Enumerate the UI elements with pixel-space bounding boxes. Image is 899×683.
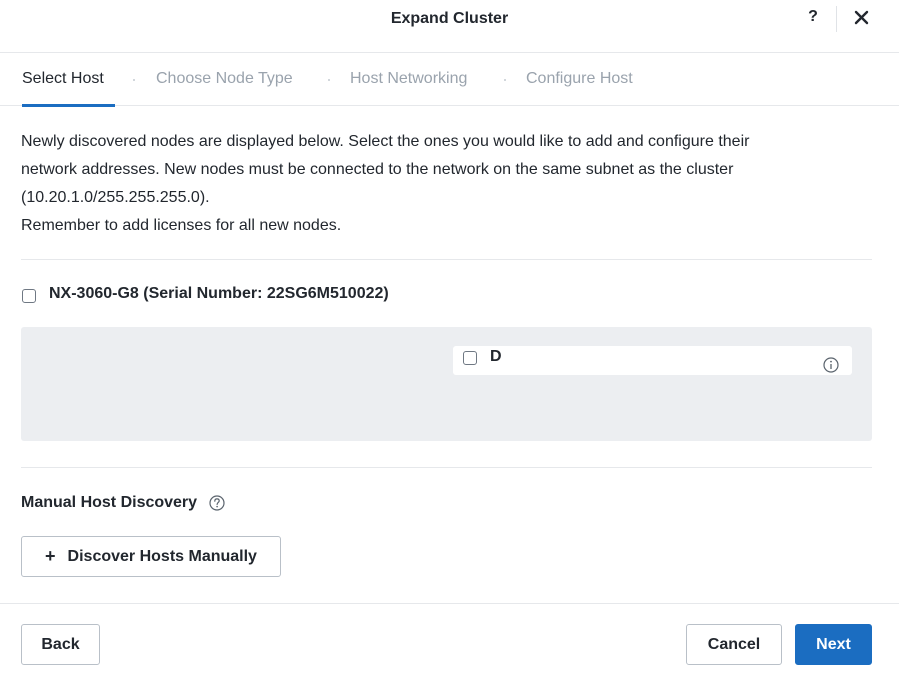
expand-cluster-dialog: Expand Cluster ? Select Host Choose Node… bbox=[0, 0, 899, 683]
discover-hosts-manually-button[interactable]: + Discover Hosts Manually bbox=[21, 536, 281, 577]
cancel-button[interactable]: Cancel bbox=[686, 624, 782, 665]
node-details-panel bbox=[21, 327, 872, 441]
back-button[interactable]: Back bbox=[21, 624, 100, 665]
manual-host-discovery-label: Manual Host Discovery bbox=[21, 494, 198, 511]
tab-separator bbox=[328, 79, 330, 81]
description-line: (10.20.1.0/255.255.255.0). bbox=[21, 189, 210, 206]
plus-icon: + bbox=[45, 546, 56, 566]
next-button[interactable]: Next bbox=[795, 624, 872, 665]
tab-configure-host[interactable]: Configure Host bbox=[526, 70, 633, 88]
tab-separator bbox=[133, 79, 135, 81]
close-icon bbox=[854, 10, 869, 25]
dialog-header: Expand Cluster ? bbox=[0, 0, 899, 53]
node-card-label: D bbox=[490, 348, 502, 365]
discover-hosts-label: Discover Hosts Manually bbox=[67, 547, 257, 565]
node-label: NX-3060-G8 (Serial Number: 22SG6M510022) bbox=[49, 285, 389, 302]
node-card-checkbox[interactable] bbox=[463, 351, 477, 365]
tab-host-networking[interactable]: Host Networking bbox=[350, 70, 467, 88]
section-divider bbox=[21, 259, 872, 260]
active-tab-indicator bbox=[22, 104, 115, 107]
help-button[interactable]: ? bbox=[804, 8, 822, 30]
description-line: network addresses. New nodes must be con… bbox=[21, 161, 734, 178]
description-line: Newly discovered nodes are displayed bel… bbox=[21, 133, 750, 150]
help-circle-icon[interactable] bbox=[208, 494, 226, 512]
info-icon[interactable] bbox=[822, 356, 840, 374]
tab-separator bbox=[504, 79, 506, 81]
description-line: Remember to add licenses for all new nod… bbox=[21, 217, 342, 234]
tab-choose-node-type[interactable]: Choose Node Type bbox=[156, 70, 293, 88]
description-text: Newly discovered nodes are displayed bel… bbox=[21, 128, 881, 240]
close-button[interactable] bbox=[853, 9, 871, 27]
wizard-tabs: Select Host Choose Node Type Host Networ… bbox=[0, 53, 899, 107]
tab-select-host[interactable]: Select Host bbox=[22, 70, 104, 88]
dialog-title: Expand Cluster bbox=[390, 10, 509, 27]
footer-divider bbox=[0, 603, 899, 604]
header-divider bbox=[836, 6, 837, 32]
node-checkbox[interactable] bbox=[22, 289, 36, 303]
section-divider bbox=[21, 467, 872, 468]
node-card bbox=[453, 346, 852, 375]
